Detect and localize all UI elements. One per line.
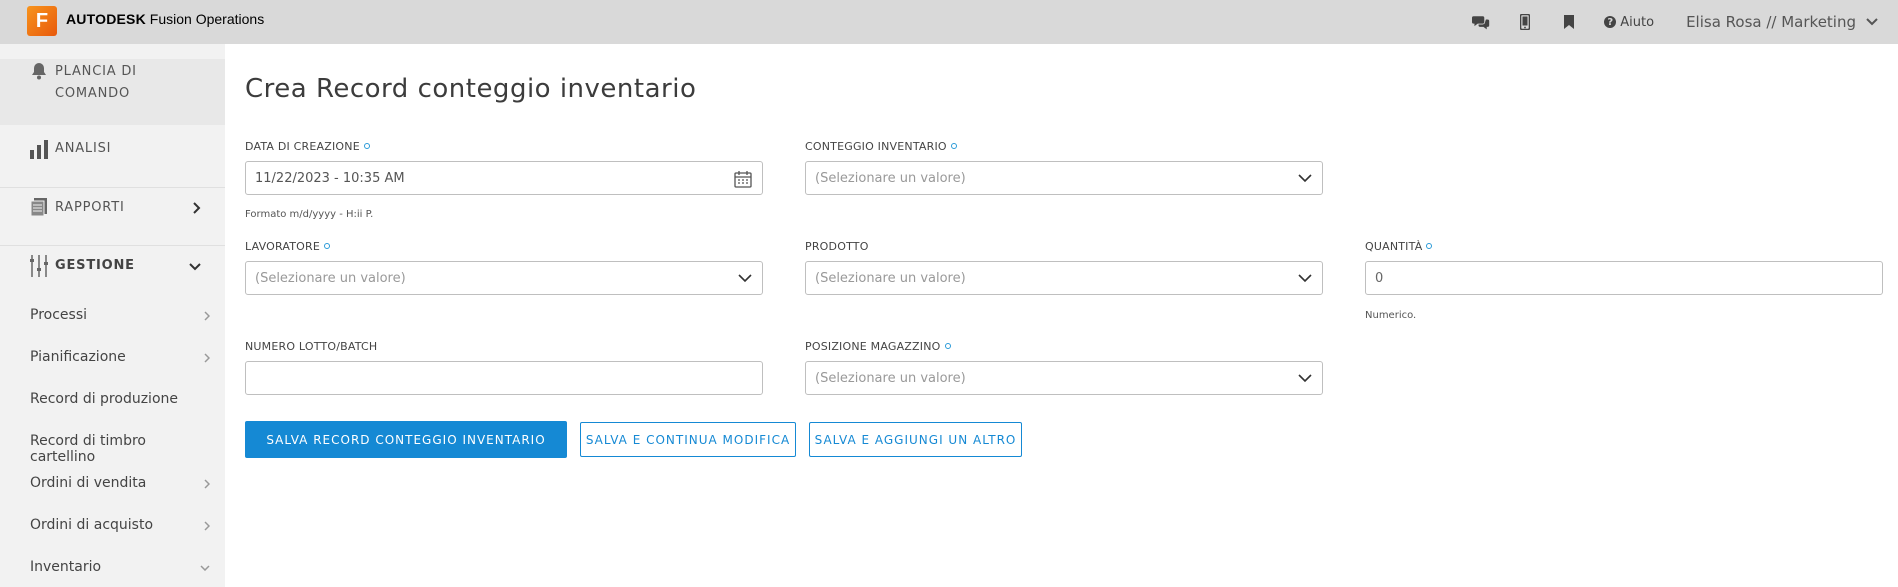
date-value: 11/22/2023 - 10:35 AM [255, 170, 405, 186]
field-label-text: DATA DI CREAZIONE [245, 140, 360, 153]
select-placeholder: (Selezionare un valore) [815, 370, 966, 386]
sidebar-item-label: PLANCIA DI COMANDO [55, 64, 137, 101]
chevron-down-icon [200, 565, 210, 571]
label-conteggio-inventario: CONTEGGIO INVENTARIO [805, 140, 957, 153]
label-lavoratore: LAVORATORE [245, 240, 331, 253]
chevron-down-icon [738, 274, 752, 283]
required-indicator [944, 343, 951, 349]
quantity-value: 0 [1375, 270, 1384, 286]
chevron-right-icon [204, 521, 210, 531]
select-placeholder: (Selezionare un valore) [255, 270, 406, 286]
required-indicator [950, 143, 957, 149]
chevron-right-icon [204, 479, 210, 489]
inventory-count-select[interactable]: (Selezionare un valore) [805, 161, 1323, 195]
reports-icon [29, 197, 49, 217]
main-content: Crea Record conteggio inventario DATA DI… [225, 44, 1898, 587]
save-add-another-button[interactable]: SALVA E AGGIUNGI UN ALTRO [809, 422, 1022, 457]
help-link[interactable]: ? Aiuto [1604, 15, 1654, 30]
product-select[interactable]: (Selezionare un valore) [805, 261, 1323, 295]
label-prodotto: PRODOTTO [805, 240, 869, 253]
user-menu[interactable]: Elisa Rosa // Marketing [1686, 13, 1878, 31]
brand-name: AUTODESK Fusion Operations [66, 11, 264, 27]
date-format-hint: Formato m/d/yyyy - H:ii P. [245, 209, 374, 220]
chevron-right-icon [204, 311, 210, 321]
bell-icon [29, 61, 49, 81]
sidebar-item-rapporti[interactable]: RAPPORTI [0, 197, 225, 237]
field-label-text: POSIZIONE MAGAZZINO [805, 340, 941, 353]
header-actions: ? Aiuto Elisa Rosa // Marketing [1472, 0, 1878, 44]
calendar-icon[interactable] [734, 170, 752, 188]
help-icon: ? [1604, 16, 1617, 28]
sidebar-item-label: ANALISI [55, 141, 112, 156]
sidebar-sub-pianificazione[interactable]: Pianificazione [30, 349, 210, 365]
save-continue-button[interactable]: SALVA E CONTINUA MODIFICA [580, 422, 796, 457]
sidebar-item-analisi[interactable]: ANALISI [0, 138, 225, 178]
select-placeholder: (Selezionare un valore) [815, 170, 966, 186]
required-indicator [1426, 243, 1433, 249]
required-indicator [363, 143, 370, 149]
sidebar-item-label: GESTIONE [55, 258, 135, 273]
label-numero-lotto: NUMERO LOTTO/BATCH [245, 340, 377, 353]
sidebar-sub-label: Pianificazione [30, 349, 126, 365]
field-label-text: CONTEGGIO INVENTARIO [805, 140, 947, 153]
quantity-input[interactable]: 0 [1365, 261, 1883, 295]
chevron-down-icon [1298, 374, 1312, 383]
sidebar-sub-label: Ordini di vendita [30, 475, 147, 491]
sidebar: PLANCIA DI COMANDO ANALISI RAPPORTI GEST… [0, 44, 225, 587]
sidebar-item-plancia[interactable]: PLANCIA DI COMANDO [0, 59, 225, 125]
field-label-text: NUMERO LOTTO/BATCH [245, 340, 378, 353]
sidebar-item-label: RAPPORTI [55, 200, 125, 215]
fusion-logo[interactable]: F [27, 6, 57, 36]
sidebar-sub-inventario[interactable]: Inventario [30, 559, 210, 575]
sidebar-item-gestione[interactable]: GESTIONE [0, 255, 225, 295]
chevron-down-icon [189, 263, 201, 271]
sidebar-sub-label: Processi [30, 307, 87, 323]
sidebar-sub-label: Record di produzione [30, 391, 178, 407]
sidebar-sub-record-produzione[interactable]: Record di produzione [30, 391, 210, 407]
save-record-button[interactable]: SALVA RECORD CONTEGGIO INVENTARIO [245, 421, 567, 458]
field-label-text: QUANTITÀ [1365, 240, 1423, 253]
field-label-text: LAVORATORE [245, 240, 321, 253]
sidebar-sub-label: Ordini di acquisto [30, 517, 154, 533]
batch-number-input[interactable] [245, 361, 763, 395]
sidebar-sub-record-timbro[interactable]: Record di timbro cartellino [30, 433, 210, 465]
sidebar-sub-label: Inventario [30, 559, 102, 575]
brand-bold: AUTODESK [66, 11, 146, 27]
required-indicator [324, 243, 331, 249]
chevron-down-icon [1298, 274, 1312, 283]
warehouse-location-select[interactable]: (Selezionare un valore) [805, 361, 1323, 395]
bookmark-icon[interactable] [1560, 13, 1578, 31]
label-data-creazione: DATA DI CREAZIONE [245, 140, 370, 153]
sidebar-divider [0, 187, 225, 188]
label-posizione-magazzino: POSIZIONE MAGAZZINO [805, 340, 951, 353]
quantity-hint: Numerico. [1365, 310, 1417, 321]
label-quantita: QUANTITÀ [1365, 240, 1433, 253]
chevron-down-icon [1866, 18, 1878, 26]
bar-chart-icon [29, 138, 49, 159]
sidebar-divider [0, 245, 225, 246]
sidebar-sub-processi[interactable]: Processi [30, 307, 210, 323]
mobile-icon[interactable] [1516, 13, 1534, 31]
sidebar-sub-ordini-acquisto[interactable]: Ordini di acquisto [30, 517, 210, 533]
sidebar-sub-label: Record di timbro cartellino [30, 433, 146, 465]
page-title: Crea Record conteggio inventario [245, 74, 697, 104]
user-label: Elisa Rosa // Marketing [1686, 13, 1856, 31]
top-bar: F AUTODESK Fusion Operations ? Aiuto Eli… [0, 0, 1898, 44]
sliders-icon [29, 255, 49, 277]
select-placeholder: (Selezionare un valore) [815, 270, 966, 286]
field-label-text: PRODOTTO [805, 240, 869, 253]
chevron-down-icon [1298, 174, 1312, 183]
sidebar-sub-ordini-vendita[interactable]: Ordini di vendita [30, 475, 210, 491]
date-created-input[interactable]: 11/22/2023 - 10:35 AM [245, 161, 763, 195]
help-label: Aiuto [1620, 14, 1655, 30]
chat-icon[interactable] [1472, 13, 1490, 31]
chevron-right-icon [204, 353, 210, 363]
chevron-right-icon [193, 202, 201, 214]
brand-product: Fusion Operations [149, 11, 265, 27]
worker-select[interactable]: (Selezionare un valore) [245, 261, 763, 295]
